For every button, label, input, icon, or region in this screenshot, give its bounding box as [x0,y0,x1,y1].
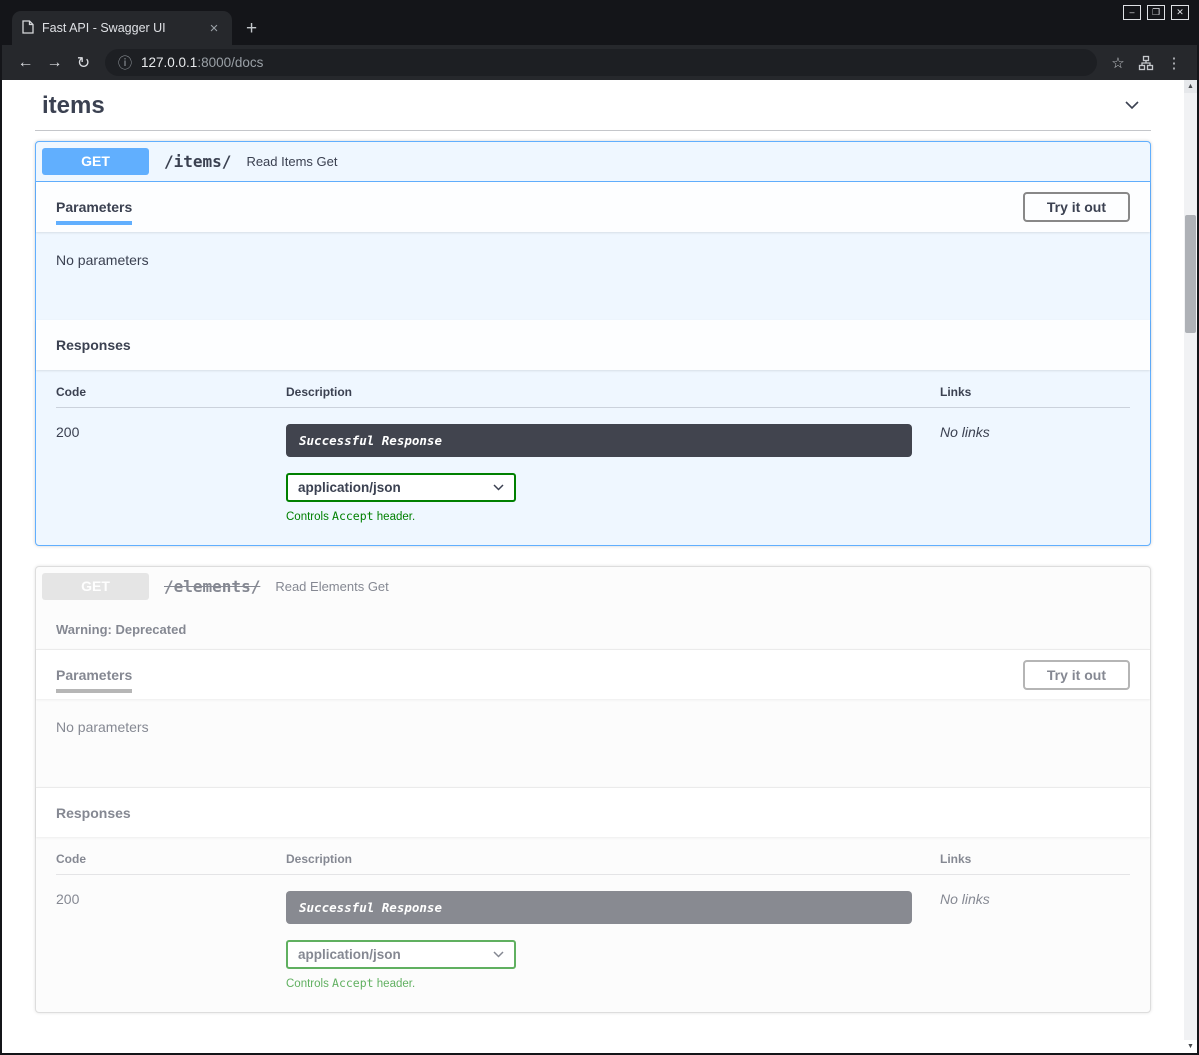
accept-note-prefix: Controls [286,511,332,523]
method-badge: GET [42,573,149,600]
media-type-value: application/json [298,480,401,495]
response-row: 200 Successful Response application/json… [56,875,1130,990]
no-parameters-text: No parameters [56,252,149,268]
tab-close-icon[interactable]: × [206,20,222,36]
scrollbar-up-icon[interactable]: ▲ [1184,80,1197,93]
vertical-scrollbar[interactable]: ▲ ▼ [1184,80,1197,1053]
accept-note-code: Accept [332,509,374,523]
parameters-tab: Parameters [56,667,132,683]
maximize-button[interactable]: ❐ [1147,5,1165,20]
titlebar: Fast API - Swagger UI × + – ❐ ✕ [2,0,1197,45]
accept-header-note: Controls Accept header. [286,976,940,990]
links-column-header: Links [940,852,1130,866]
opblock-summary[interactable]: GET /items/ Read Items Get [36,142,1150,182]
endpoint-path: /items/ [164,152,231,171]
opblock-get-elements-deprecated: GET /elements/ Read Elements Get Warning… [35,566,1151,1013]
responses-body: Code Description Links 200 Successful Re… [36,837,1150,1012]
forward-icon[interactable]: → [41,49,68,76]
response-links: No links [940,424,1130,440]
url-text: 127.0.0.1:8000/docs [141,55,263,70]
responses-table-header: Code Description Links [56,852,1130,875]
description-column-header: Description [286,385,940,399]
tab-strip: Fast API - Swagger UI × + [2,11,1197,45]
responses-table-header: Code Description Links [56,385,1130,408]
new-tab-button[interactable]: + [246,19,257,38]
page-favicon-icon [22,20,34,37]
endpoint-summary: Read Elements Get [275,579,388,594]
response-row: 200 Successful Response application/json… [56,408,1130,523]
code-column-header: Code [56,852,286,866]
opblock-get-items: GET /items/ Read Items Get Parameters Tr… [35,141,1151,546]
url-host: 127.0.0.1 [141,55,197,70]
back-icon[interactable]: ← [12,49,39,76]
chevron-down-icon [1122,95,1142,115]
parameters-body: No parameters [36,232,1150,320]
endpoint-path: /elements/ [164,577,260,596]
bookmark-star-icon[interactable]: ☆ [1105,50,1131,76]
select-chevron-icon [493,484,504,491]
endpoint-summary: Read Items Get [246,154,337,169]
parameters-tab: Parameters [56,199,132,215]
scrollbar-down-icon[interactable]: ▼ [1184,1040,1197,1053]
responses-title: Responses [56,805,131,821]
media-type-select[interactable]: application/json [286,473,516,502]
opblock-summary[interactable]: GET /elements/ Read Elements Get [36,567,1150,606]
select-chevron-icon [493,951,504,958]
response-code: 200 [56,891,286,907]
response-description: Successful Response [286,891,912,924]
try-it-out-button[interactable]: Try it out [1023,660,1130,690]
media-type-select[interactable]: application/json [286,940,516,969]
response-description-cell: Successful Response application/json Con… [286,891,940,990]
minimize-button[interactable]: – [1123,5,1141,20]
parameters-header: Parameters Try it out [36,182,1150,232]
network-icon[interactable] [1133,50,1159,76]
try-it-out-button[interactable]: Try it out [1023,192,1130,222]
response-description-cell: Successful Response application/json Con… [286,424,940,523]
code-column-header: Code [56,385,286,399]
responses-body: Code Description Links 200 Successful Re… [36,370,1150,545]
tag-section-title: items [42,92,105,120]
response-links: No links [940,891,1130,907]
accept-note-code: Accept [332,976,374,990]
accept-note-prefix: Controls [286,978,332,990]
description-column-header: Description [286,852,940,866]
method-badge: GET [42,148,149,175]
scrollbar-thumb[interactable] [1185,215,1196,333]
accept-note-suffix: header. [374,511,416,523]
accept-note-suffix: header. [374,978,416,990]
address-bar[interactable]: ⓘ 127.0.0.1:8000/docs [105,49,1097,76]
parameters-body: No parameters [36,699,1150,787]
page-content: items GET /items/ Read Items Get Paramet… [2,80,1197,1053]
responses-header: Responses [36,787,1150,837]
swagger-docs: items GET /items/ Read Items Get Paramet… [2,80,1184,1053]
tab-title: Fast API - Swagger UI [42,21,198,35]
links-column-header: Links [940,385,1130,399]
window-controls: – ❐ ✕ [1123,5,1189,20]
browser-toolbar: ← → ↻ ⓘ 127.0.0.1:8000/docs ☆ ⋮ [2,45,1197,80]
no-parameters-text: No parameters [56,719,149,735]
tag-section-header[interactable]: items [35,88,1151,131]
url-path: :8000/docs [197,55,263,70]
close-button[interactable]: ✕ [1171,5,1189,20]
menu-icon[interactable]: ⋮ [1161,50,1187,76]
browser-tab[interactable]: Fast API - Swagger UI × [12,11,232,45]
responses-title: Responses [56,337,131,353]
responses-header: Responses [36,320,1150,370]
section-collapse-button[interactable] [1120,93,1144,120]
accept-header-note: Controls Accept header. [286,509,940,523]
reload-icon[interactable]: ↻ [70,49,97,76]
site-info-icon[interactable]: ⓘ [118,53,132,73]
media-type-value: application/json [298,947,401,962]
response-code: 200 [56,424,286,440]
browser-window: Fast API - Swagger UI × + – ❐ ✕ ← → ↻ ⓘ … [0,0,1199,1055]
parameters-header: Parameters Try it out [36,649,1150,699]
response-description: Successful Response [286,424,912,457]
deprecated-warning: Warning: Deprecated [36,606,1150,649]
